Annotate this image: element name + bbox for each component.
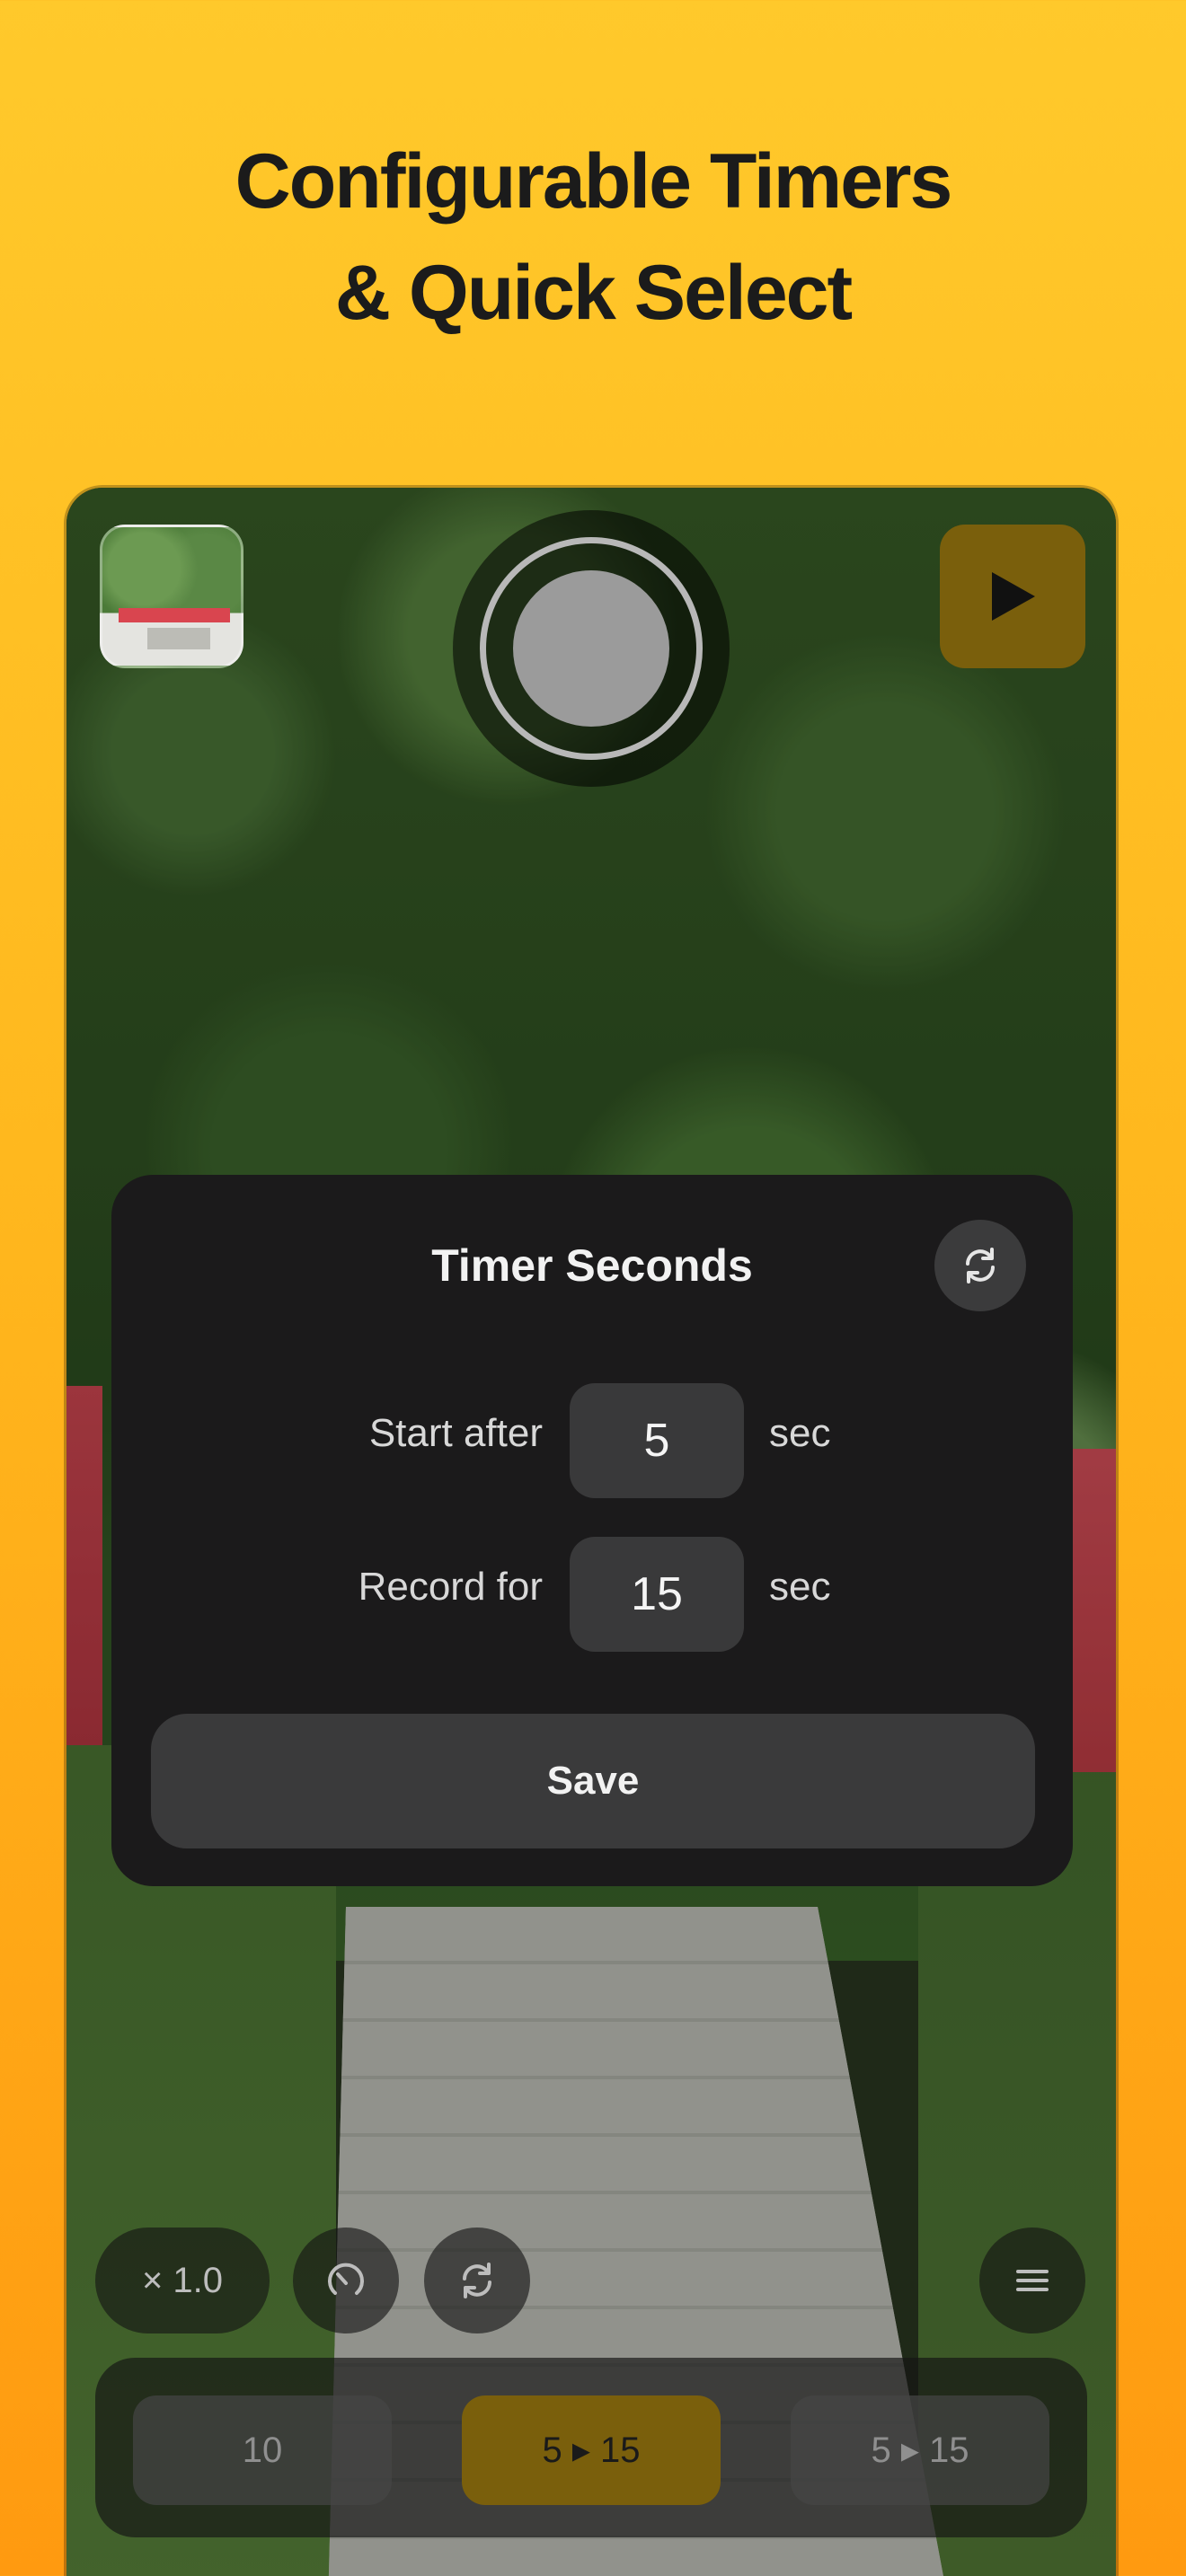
thumbnail-red-barrier [119,608,230,622]
quick-select-5-15-active[interactable]: 5 ▸ 15 [462,2395,721,2505]
record-button[interactable] [513,570,669,727]
speed-button[interactable] [293,2228,399,2333]
zoom-button[interactable]: × 1.0 [95,2228,270,2333]
save-button[interactable]: Save [151,1714,1035,1848]
speedometer-icon [328,2263,364,2295]
thumbnail-path [147,628,210,649]
quick-select-10[interactable]: 10 [133,2395,392,2505]
switch-camera-button[interactable] [424,2228,530,2333]
reset-button[interactable] [934,1220,1026,1311]
refresh-icon [966,1248,995,1284]
timer-seconds-dialog: Timer Seconds Start after 5 sec Record f… [111,1175,1073,1886]
record-for-unit: sec [769,1565,831,1609]
dialog-title: Timer Seconds [431,1240,753,1291]
headline-line-2: & Quick Select [334,250,853,336]
play-button[interactable] [940,525,1085,668]
quick-select-bar: 10 5 ▸ 15 5 ▸ 15 [95,2358,1087,2537]
play-icon [992,572,1035,621]
start-after-unit: sec [769,1411,831,1455]
last-recording-thumbnail[interactable] [100,525,243,668]
quick-select-5-15[interactable]: 5 ▸ 15 [791,2395,1049,2505]
record-for-field[interactable]: 15 [570,1537,744,1652]
start-after-field[interactable]: 5 [570,1383,744,1498]
record-for-label: Record for [358,1565,543,1609]
refresh-icon [463,2263,491,2298]
hamburger-menu-icon [1016,2270,1049,2291]
camera-preview: Timer Seconds Start after 5 sec Record f… [66,488,1116,2576]
menu-button[interactable] [979,2228,1085,2333]
start-after-label: Start after [368,1411,543,1455]
headline-line-1: Configurable Timers [235,138,953,225]
headline: Configurable Timers & Quick Select [0,126,1186,348]
